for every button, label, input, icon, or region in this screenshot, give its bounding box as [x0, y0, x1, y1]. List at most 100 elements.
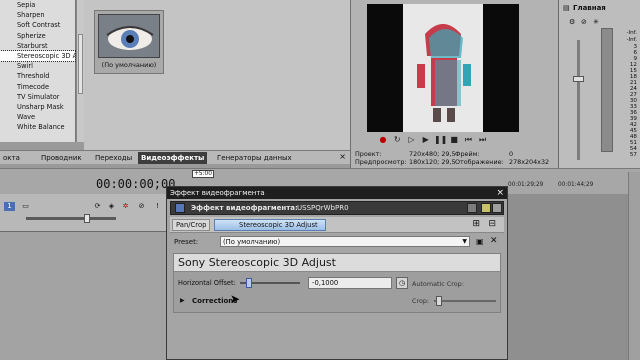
info-preview-label: Предпросмотр:: [355, 158, 407, 166]
fx-header-label: Эффект видеофрагмента:: [191, 204, 298, 212]
mixer-title: Главная: [573, 4, 606, 12]
automation-icon[interactable]: ⟳: [92, 202, 103, 211]
info-frame-value: 0: [509, 150, 514, 158]
fx-header: Эффект видеофрагмента: USSPQrWbPR0: [170, 201, 504, 215]
timecode-display: 00:00:00;00: [96, 177, 176, 191]
meter-tick: -Inf.: [626, 37, 637, 43]
preset-dropdown[interactable]: (По умолчанию) ▼: [220, 236, 470, 247]
info-project-value: 720x480; 29,5: [409, 150, 456, 158]
crop-slider[interactable]: [434, 300, 496, 302]
horizontal-offset-label: Horizontal Offset:: [178, 279, 236, 287]
video-preview-panel: ● ↻ ▷ ▶ ❚❚ ■ ⏮ ⏭ Проект: 720x480; 29,5 Ф…: [350, 0, 558, 168]
list-item[interactable]: Soft Contrast: [0, 20, 75, 30]
solo-track-icon[interactable]: !: [152, 202, 163, 211]
expand-arrow-icon[interactable]: ▶: [180, 297, 185, 304]
preset-label: Preset:: [174, 238, 199, 246]
list-item-selected[interactable]: Stereoscopic 3D A: [0, 49, 76, 63]
list-item[interactable]: Sharpen: [0, 10, 75, 20]
list-item[interactable]: Timecode: [0, 82, 75, 92]
list-item[interactable]: Wave: [0, 112, 75, 122]
loop-icon[interactable]: ↻: [391, 134, 403, 145]
crop-handle[interactable]: [436, 296, 442, 306]
bypass-icon[interactable]: [481, 203, 491, 213]
go-start-icon[interactable]: ⏮: [462, 134, 474, 145]
stop-icon[interactable]: ■: [448, 134, 460, 145]
track-header[interactable]: 1 ▭ ⟳ ◈ ✲ ⊘ !: [0, 194, 170, 232]
scroll-thumb[interactable]: [78, 34, 83, 94]
play-icon[interactable]: ▶: [420, 134, 432, 145]
horizontal-offset-row: Horizontal Offset: -0,1000 ◷ Automatic C…: [174, 276, 500, 290]
tab-media-generators[interactable]: Генераторы данных: [214, 152, 295, 164]
meter-tick: 57: [629, 152, 637, 158]
ruler-tick: 00:01:44;29: [558, 182, 594, 188]
timeline-marker[interactable]: +5:00: [192, 170, 214, 178]
window-tabs: окта Проводник Переходы Видеоэффекты Ген…: [0, 150, 350, 164]
tab-partial[interactable]: окта: [0, 152, 23, 164]
track-fx-icon[interactable]: ▭: [20, 202, 31, 211]
track-level-slider[interactable]: [26, 217, 116, 220]
meter-scale: -Inf. -Inf. 3 6 9 12 15 18 21 24 27 30 3…: [583, 24, 639, 164]
list-item[interactable]: Starburst: [0, 41, 75, 51]
master-mixer: ▤ Главная ⚙ ⊘ ✳ -Inf. -Inf. 3 6 9 12 15 …: [558, 0, 640, 168]
preset-thumbnail: [98, 14, 160, 58]
chain-view-icon[interactable]: [467, 203, 477, 213]
fx-icon[interactable]: ✲: [120, 202, 131, 211]
preview-frame: [403, 4, 483, 132]
automatic-crop-label: Automatic Crop:: [412, 280, 464, 288]
close-button[interactable]: ×: [496, 187, 504, 199]
chain-remove-icon[interactable]: ⊟: [488, 219, 496, 229]
stereoscopic-3d-adjust-button[interactable]: Stereoscopic 3D Adjust: [214, 219, 326, 231]
preset-label: (По умолчанию): [101, 61, 157, 69]
list-item[interactable]: Threshold: [0, 71, 75, 81]
info-frame-label: Фрейм:: [455, 150, 480, 158]
timeline-scrollbar[interactable]: [628, 172, 640, 360]
info-project-label: Проект:: [355, 150, 382, 158]
mute-track-icon[interactable]: ⊘: [136, 202, 147, 211]
track-number-icon: 1: [4, 202, 15, 211]
plugin-chain: Pan/Crop ✔ Stereoscopic 3D Adjust ⊞ ⊟: [170, 217, 504, 233]
fx-header-value: USSPQrWbPR0: [297, 204, 349, 212]
record-icon[interactable]: ●: [377, 134, 389, 145]
tab-video-effects[interactable]: Видеоэффекты: [138, 152, 208, 164]
info-display-value: 278x204x32: [509, 158, 550, 166]
video-event-fx-dialog: Эффект видеофрагмента × Эффект видеофраг…: [166, 186, 508, 360]
effects-scrollbar[interactable]: [76, 0, 84, 142]
dialog-title: Эффект видеофрагмента ×: [167, 187, 507, 199]
chain-add-icon[interactable]: ⊞: [472, 219, 480, 229]
list-item[interactable]: TV Simulator: [0, 92, 75, 102]
plugin-parameters: Sony Stereoscopic 3D Adjust Horizontal O…: [173, 253, 501, 313]
close-icon[interactable]: ×: [339, 152, 346, 161]
effects-list[interactable]: Sepia Sharpen Soft Contrast Spherize Sta…: [0, 0, 76, 142]
tab-explorer[interactable]: Проводник: [38, 152, 85, 164]
mixer-icon: ▤: [563, 4, 570, 12]
preset-tile[interactable]: (По умолчанию): [94, 10, 164, 74]
track-list-empty: [0, 232, 170, 360]
track-level-handle[interactable]: [84, 214, 90, 223]
list-item[interactable]: Unsharp Mask: [0, 102, 75, 112]
tab-transitions[interactable]: Переходы: [92, 152, 135, 164]
list-item[interactable]: Swirl: [0, 61, 75, 71]
list-item[interactable]: White Balance: [0, 122, 75, 132]
plugin-name: Sony Stereoscopic 3D Adjust: [174, 254, 500, 272]
keyframe-clock-icon[interactable]: ◷: [396, 277, 408, 289]
save-preset-icon[interactable]: ▣: [476, 237, 484, 246]
pause-icon[interactable]: ❚❚: [434, 134, 447, 145]
preview-video: [367, 4, 519, 132]
options-icon[interactable]: [492, 203, 502, 213]
crop-label: Crop:: [412, 297, 430, 305]
settings-icon[interactable]: ⚙: [569, 18, 575, 26]
list-item[interactable]: Spherize: [0, 31, 75, 41]
ruler-tick: 00:01:29;29: [508, 182, 544, 188]
preset-dropdown-value: (По умолчанию): [223, 238, 281, 246]
transport-controls: ● ↻ ▷ ▶ ❚❚ ■ ⏮ ⏭: [377, 134, 517, 146]
horizontal-offset-handle[interactable]: [246, 278, 252, 288]
meter-tick: -Inf.: [626, 30, 637, 36]
go-end-icon[interactable]: ⏭: [477, 134, 489, 145]
play-from-start-icon[interactable]: ▷: [405, 134, 417, 145]
horizontal-offset-input[interactable]: -0,1000: [308, 277, 392, 289]
pan-crop-button[interactable]: Pan/Crop: [172, 219, 211, 231]
list-item[interactable]: Sepia: [0, 0, 75, 10]
delete-preset-icon[interactable]: ✕: [490, 236, 498, 246]
composite-icon[interactable]: ◈: [106, 202, 117, 211]
master-fader-track[interactable]: [577, 40, 580, 160]
